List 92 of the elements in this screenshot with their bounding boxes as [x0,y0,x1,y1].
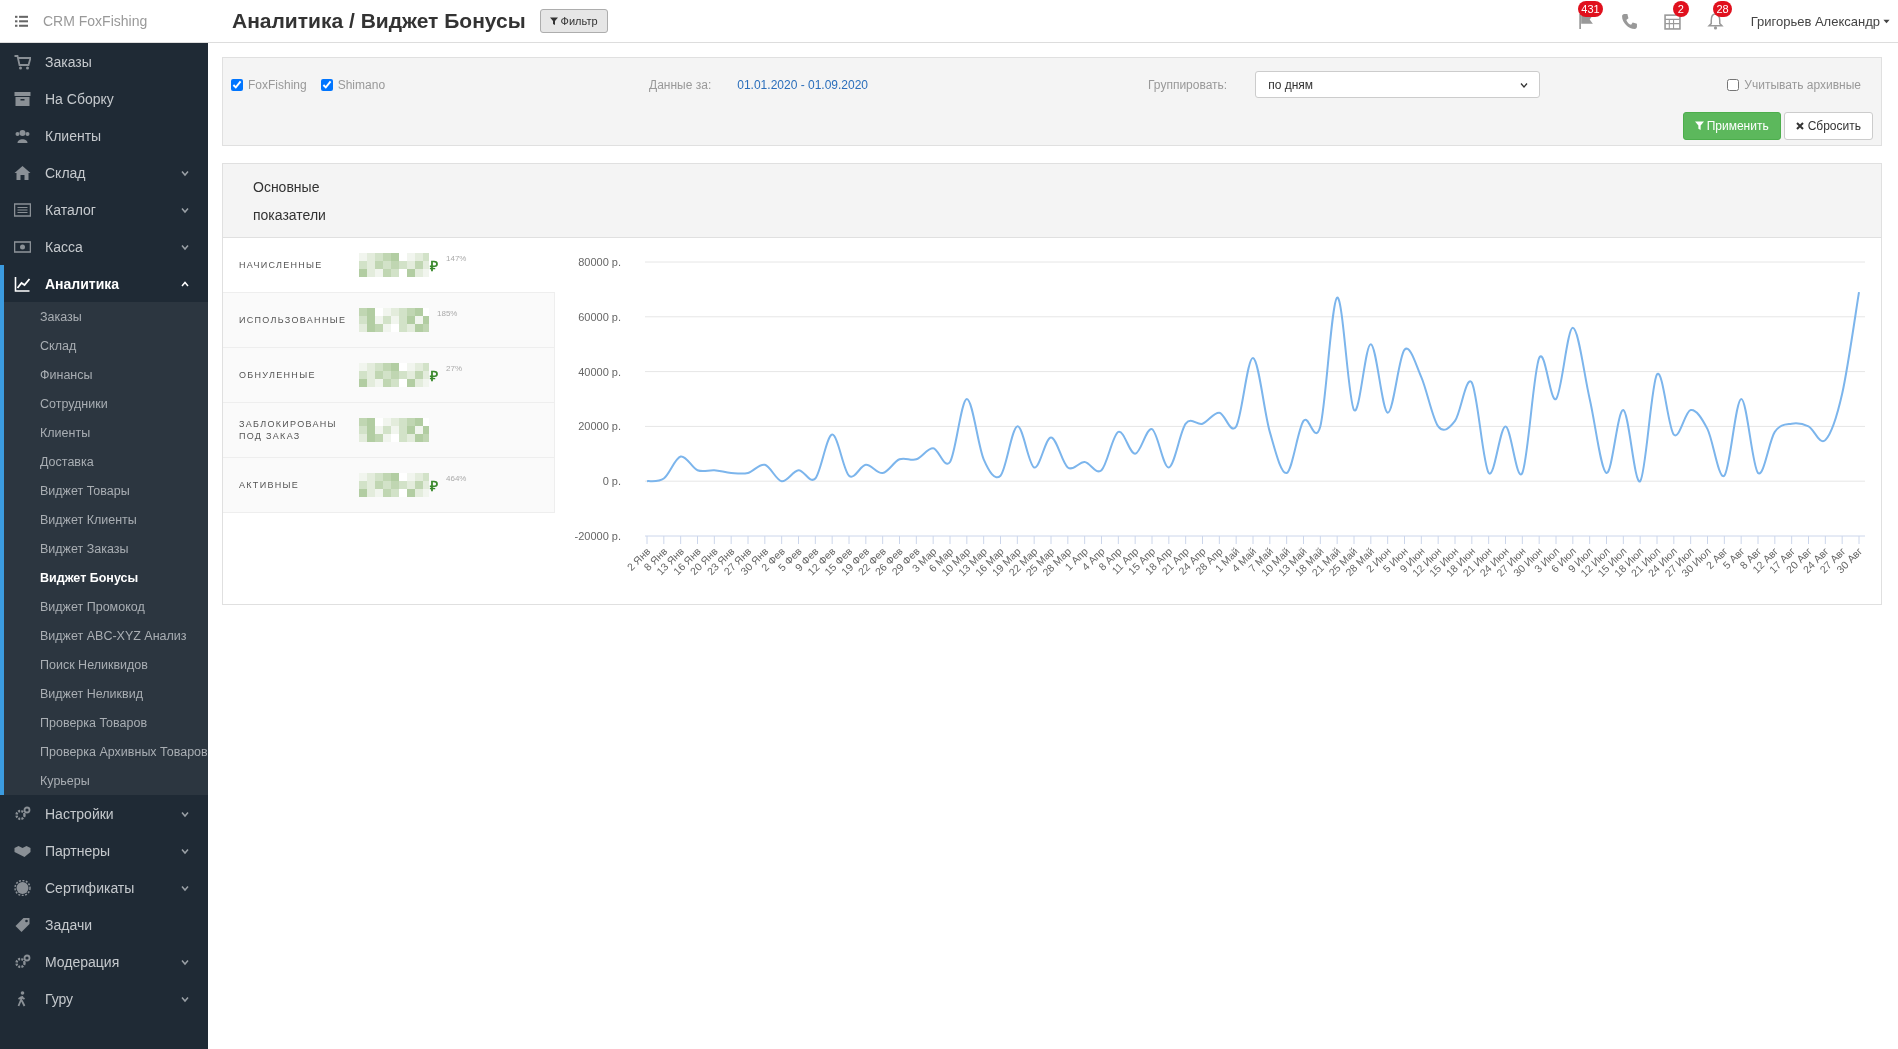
sidebar-item[interactable]: Заказы [0,43,208,80]
chevron-down-icon [1519,80,1530,89]
count-badge: 2 [1672,0,1689,17]
submenu-item[interactable]: Заказы [4,302,208,331]
axis-label: 20000 р. [578,420,621,433]
pixelated-value [359,418,429,442]
axis-label: 0 р. [602,475,621,488]
reset-button[interactable]: Сбросить [1783,112,1873,140]
sidebar-item[interactable]: На Сборку [0,80,208,117]
sidebar-item[interactable]: Каталог [0,191,208,228]
sidebar-item[interactable]: Сертификаты [0,869,208,906]
filter-icon [1694,121,1704,131]
archive-icon [14,90,31,107]
metric-percent: 147% [446,254,467,263]
group-label: Группировать: [1148,77,1228,92]
brand-name: CRM FoxFishing [43,13,148,29]
submenu-item[interactable]: Курьеры [4,766,208,795]
sidebar-item[interactable]: Касса [0,228,208,265]
metric-label: НАЧИСЛЕННЫЕ [239,259,324,271]
calendar-icon[interactable] [1663,12,1681,30]
checkbox-label: Shimano [337,77,386,92]
submenu-item[interactable]: Виджет Неликвид [4,679,208,708]
pixelated-value [359,308,429,332]
sidebar-item[interactable]: Модерация [0,943,208,980]
submenu-item[interactable]: Виджет Промокод [4,592,208,621]
panel-title: показатели [253,205,327,225]
count-badge: 431 [1578,0,1603,17]
panel-title: Основные [253,177,321,197]
submenu-item[interactable]: Поиск Неликвидов [4,650,208,679]
submenu-item[interactable]: Виджет ABC-XYZ Анализ [4,621,208,650]
submenu-item[interactable]: Виджет Товары [4,476,208,505]
currency-sign: ₽ [430,256,438,275]
submenu-item[interactable]: Доставка [4,447,208,476]
group-select[interactable]: по дням [1255,71,1541,98]
seal-icon [14,879,31,896]
metric-label: ЗАБЛОКИРОВАНЫ ПОД ЗАКАЗ [239,418,338,442]
cart-icon [14,53,31,70]
axis-label: 40000 р. [578,365,621,378]
metric-label: ИСПОЛЬЗОВАННЫЕ [239,314,348,326]
checkbox[interactable] [231,78,243,91]
pixelated-value [359,473,429,497]
sidebar-item[interactable]: Партнеры [0,832,208,869]
tag-icon [14,916,31,933]
submenu-item[interactable]: Сотрудники [4,389,208,418]
chart-icon [14,275,31,292]
users-icon [14,127,31,144]
pixelated-value [359,363,429,387]
checkbox[interactable] [1727,78,1740,91]
sidebar-item[interactable]: Настройки [0,795,208,832]
currency-sign: ₽ [430,476,438,495]
submenu-item[interactable]: Финансы [4,360,208,389]
metric-label: АКТИВНЫЕ [239,479,301,491]
axis-label: 80000 р. [578,256,621,268]
submenu-item[interactable]: Виджет Заказы [4,534,208,563]
gears-icon [14,953,31,970]
checkbox-label: FoxFishing [248,77,307,92]
sidebar-item[interactable]: Склад [0,154,208,191]
bell-icon[interactable] [1706,12,1724,30]
caret-icon [1883,17,1890,25]
user-menu[interactable]: Григорьев Александр [1750,13,1890,29]
count-badge: 28 [1713,0,1732,17]
checkbox[interactable] [320,78,333,91]
filter-icon [549,16,558,26]
checkbox-label: Учитывать архивные [1744,77,1861,92]
currency-sign: ₽ [430,366,438,385]
close-icon [1795,122,1804,130]
axis-label: -20000 р. [574,530,621,542]
submenu-item[interactable]: Проверка Товаров [4,708,208,737]
submenu-item[interactable]: Проверка Архивных Товаров [4,737,208,766]
submenu-item[interactable]: Виджет Клиенты [4,505,208,534]
metric-percent: 27% [446,364,462,373]
pixelated-value [359,253,429,277]
axis-label: 60000 р. [578,310,621,323]
phone-icon[interactable] [1620,12,1638,30]
sidebar-item[interactable]: Клиенты [0,117,208,154]
filter-button[interactable]: Фильтр [539,9,608,33]
gears-icon [14,805,31,822]
submenu-item[interactable]: Виджет Бонусы [4,563,208,592]
metric-percent: 464% [446,474,467,483]
money-icon [14,238,31,255]
sidebar-item[interactable]: Гуру [0,980,208,1017]
list-icon [14,201,31,218]
metric-percent: 185% [437,309,458,318]
menu-icon[interactable] [14,14,29,28]
sidebar-item[interactable]: Задачи [0,906,208,943]
home-icon [14,164,31,181]
page-title: Аналитика / Виджет Бонусы [232,9,526,33]
date-range-link[interactable]: 01.01.2020 - 01.09.2020 [737,77,869,92]
submenu-item[interactable]: Клиенты [4,418,208,447]
metric-label: ОБНУЛЕННЫЕ [239,369,317,381]
period-label: Данные за: [649,77,712,92]
submenu-item[interactable]: Склад [4,331,208,360]
